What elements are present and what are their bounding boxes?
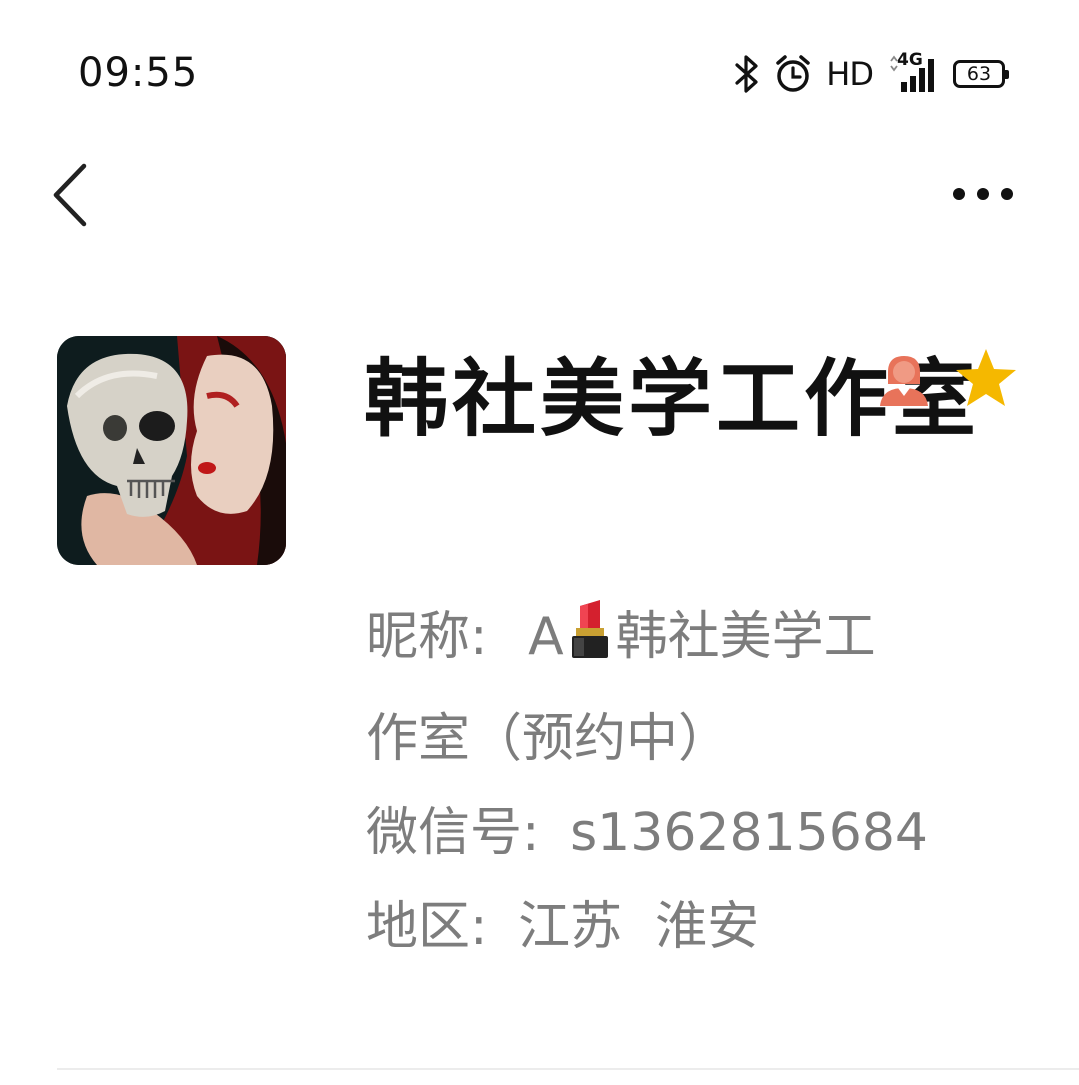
nickname-rest-1: 韩社美学工 — [615, 607, 876, 667]
section-divider — [57, 1068, 1079, 1070]
region-value: 江苏 淮安 — [518, 897, 760, 957]
nickname-prefix: A — [528, 607, 564, 667]
wechat-label: 微信号: — [366, 803, 540, 863]
badge-group — [876, 346, 1018, 414]
more-dots-icon — [953, 188, 1013, 200]
status-icons: HD 4G 63 — [734, 50, 1009, 96]
status-time: 09:55 — [78, 50, 199, 96]
profile-info: 昵称: A 韩社美学工 作室（预约中） 微信号: s1362815684 地区:… — [366, 590, 1006, 974]
wechat-line: 微信号: s1362815684 — [366, 786, 1006, 880]
battery-level: 63 — [966, 62, 992, 85]
nickname-label: 昵称: — [366, 607, 488, 667]
hd-label: HD — [826, 55, 874, 93]
bluetooth-icon — [734, 55, 760, 93]
status-bar: 09:55 HD 4G 63 — [0, 0, 1079, 140]
battery-icon: 63 — [953, 60, 1009, 88]
back-button[interactable] — [46, 160, 102, 230]
female-user-icon[interactable] — [876, 350, 932, 410]
avatar-image — [57, 336, 286, 565]
nickname-line-1: 昵称: A 韩社美学工 — [366, 590, 1006, 692]
chevron-left-icon — [53, 163, 87, 227]
nickname-rest-2: 作室（预约中） — [366, 709, 731, 769]
wechat-id[interactable]: s1362815684 — [570, 803, 928, 863]
lipstick-icon — [566, 598, 614, 692]
network-label: 4G — [897, 50, 923, 70]
signal-icon: 4G — [887, 50, 939, 94]
alarm-icon — [774, 54, 812, 94]
region-label: 地区: — [366, 897, 488, 957]
region-line: 地区: 江苏 淮安 — [366, 880, 1006, 974]
more-button[interactable] — [945, 176, 1021, 212]
avatar[interactable] — [57, 336, 286, 565]
nickname-line-2: 作室（预约中） — [366, 692, 1006, 786]
name-block: 韩社美学工作室 — [364, 340, 1044, 458]
star-icon[interactable] — [954, 346, 1018, 414]
